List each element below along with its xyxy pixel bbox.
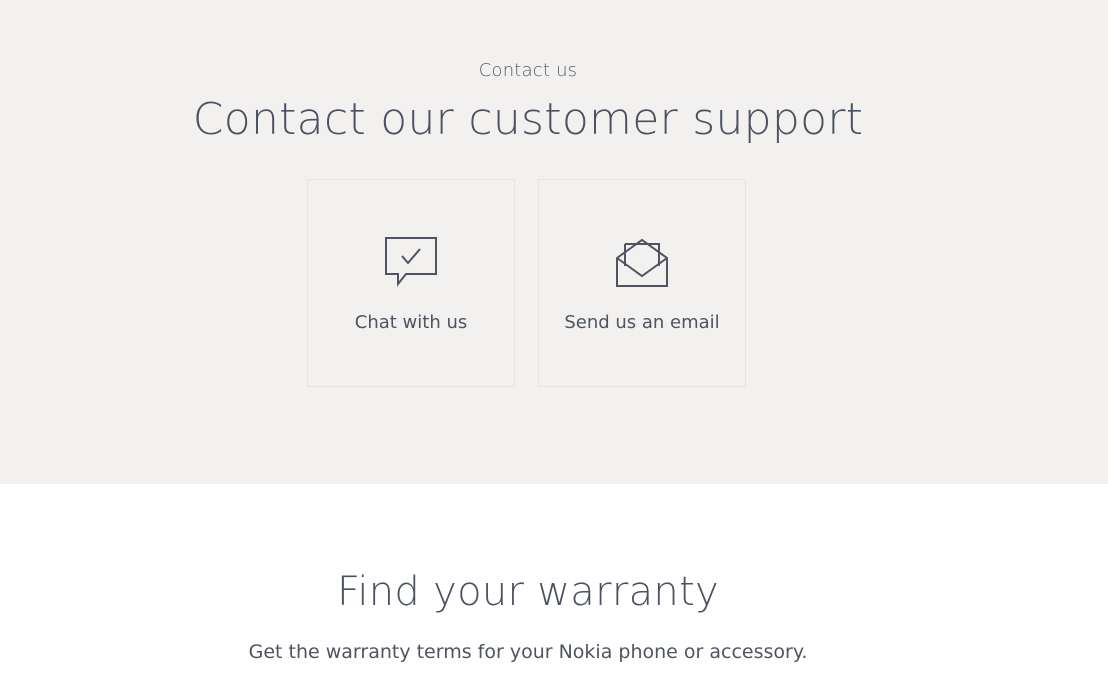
chat-check-icon bbox=[308, 236, 514, 292]
chat-with-us-label: Chat with us bbox=[354, 312, 468, 333]
contact-eyebrow: Contact us bbox=[478, 60, 578, 81]
warranty-description: Get the warranty terms for your Nokia ph… bbox=[248, 641, 808, 663]
warranty-title: Find your warranty bbox=[336, 569, 720, 615]
contact-title: Contact our customer support bbox=[192, 94, 864, 145]
chat-with-us-card[interactable]: Chat with us bbox=[307, 179, 515, 387]
contact-section: Contact us Contact our customer support … bbox=[0, 0, 1108, 484]
envelope-open-icon bbox=[539, 236, 745, 292]
send-email-label: Send us an email bbox=[564, 312, 720, 333]
send-email-card[interactable]: Send us an email bbox=[538, 179, 746, 387]
